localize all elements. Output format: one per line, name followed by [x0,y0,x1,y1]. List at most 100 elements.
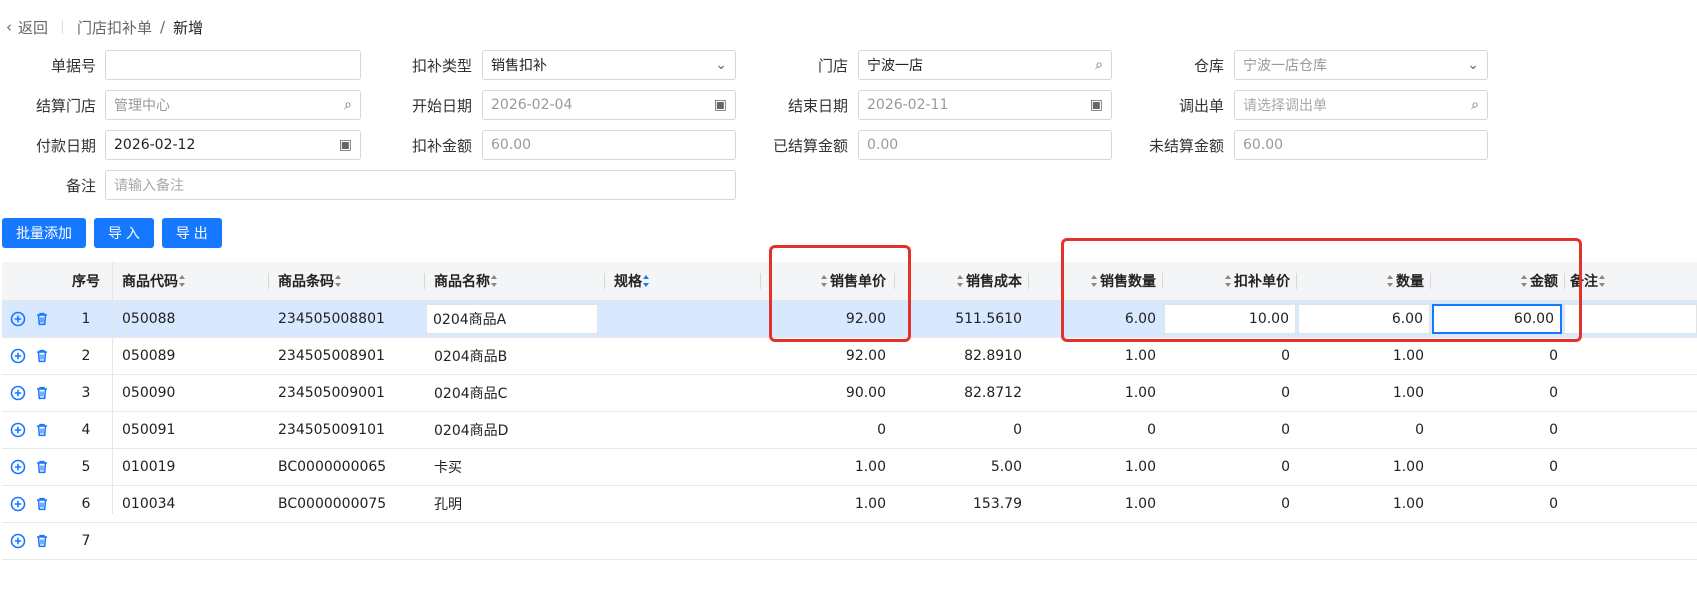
col-spec[interactable]: 规格 [606,262,756,300]
delete-row-icon[interactable] [34,496,50,512]
cell-spec[interactable] [606,523,756,559]
cell-deduct-price[interactable]: 0 [1164,338,1298,374]
batch-add-button[interactable]: 批量添加 [2,218,86,248]
add-row-icon[interactable] [10,348,26,364]
delete-row-icon[interactable] [34,533,50,549]
end-date-input[interactable]: 2026-02-11 ▣ [858,90,1112,120]
delete-row-icon[interactable] [34,311,50,327]
doc-no-input[interactable] [105,50,361,80]
cell-deduct-price[interactable]: 0 [1164,375,1298,411]
cell-name[interactable]: 卡买 [426,449,596,485]
cell-name[interactable]: 0204商品C [426,375,596,411]
pay-date-input[interactable]: 2026-02-12 ▣ [105,130,361,160]
cell-qty[interactable]: 1.00 [1298,449,1432,485]
sort-icon[interactable] [820,275,828,287]
sort-icon[interactable] [1598,275,1606,287]
sort-icon[interactable] [1090,275,1098,287]
search-icon[interactable]: ⌕ [344,97,352,113]
delete-row-icon[interactable] [34,422,50,438]
sort-icon[interactable] [1520,275,1528,287]
cell-amount[interactable]: 0 [1432,412,1566,448]
cell-amount-input[interactable]: 60.00 [1432,304,1562,334]
cell-name-input[interactable]: 0204商品A [426,304,598,334]
cell-qty[interactable]: 1.00 [1298,486,1432,522]
add-row-icon[interactable] [10,311,26,327]
calendar-icon[interactable]: ▣ [339,137,352,153]
cell-qty[interactable]: 1.00 [1298,338,1432,374]
table-row[interactable]: 7 [2,523,1697,560]
settled-amount-input[interactable]: 0.00 [858,130,1112,160]
table-row[interactable]: 2 050089 234505008901 0204商品B 92.00 82.8… [2,338,1697,375]
cell-deduct-price[interactable] [1164,523,1298,559]
cell-remark-input[interactable] [1564,304,1697,334]
cell-remark[interactable] [1566,375,1697,411]
col-sale-price[interactable]: 销售单价 [762,262,894,300]
cell-spec[interactable] [606,338,756,374]
store-input[interactable]: 宁波一店 ⌕ [858,50,1112,80]
cell-remark[interactable] [1566,449,1697,485]
sort-icon[interactable] [178,275,186,287]
breadcrumb-parent[interactable]: 门店扣补单 [77,17,152,38]
deduct-amount-input[interactable]: 60.00 [482,130,736,160]
table-row[interactable]: 6 010034 BC0000000075 孔明 1.00 153.79 1.0… [2,486,1697,523]
delete-row-icon[interactable] [34,348,50,364]
table-row[interactable]: 4 050091 234505009101 0204商品D 0 0 0 0 0 … [2,412,1697,449]
search-icon[interactable]: ⌕ [1471,97,1479,113]
sort-icon[interactable] [956,275,964,287]
col-amount[interactable]: 金额 [1432,262,1566,300]
cell-amount[interactable]: 0 [1432,486,1566,522]
col-deduct-price[interactable]: 扣补单价 [1164,262,1298,300]
add-row-icon[interactable] [10,385,26,401]
cell-qty-input[interactable]: 6.00 [1298,304,1430,334]
col-qty[interactable]: 数量 [1298,262,1432,300]
cell-deduct-price[interactable]: 0 [1164,449,1298,485]
import-button[interactable]: 导 入 [94,218,154,248]
delete-row-icon[interactable] [34,385,50,401]
cell-remark[interactable] [1566,523,1697,559]
search-icon[interactable]: ⌕ [1095,57,1103,73]
calendar-icon[interactable]: ▣ [714,97,727,113]
cell-spec[interactable] [606,301,756,337]
sort-icon[interactable] [334,275,342,287]
col-code[interactable]: 商品代码 [114,262,254,300]
cell-deduct-price-input[interactable]: 10.00 [1164,304,1296,334]
cell-remark[interactable] [1566,412,1697,448]
add-row-icon[interactable] [10,422,26,438]
cell-amount[interactable] [1432,523,1566,559]
cell-amount[interactable]: 0 [1432,338,1566,374]
cell-amount[interactable]: 0 [1432,375,1566,411]
remark-input[interactable]: 请输入备注 [105,170,736,200]
cell-deduct-price[interactable]: 0 [1164,412,1298,448]
cell-name[interactable]: 0204商品D [426,412,596,448]
cell-spec[interactable] [606,486,756,522]
sort-icon[interactable] [1386,275,1394,287]
cell-qty[interactable]: 0 [1298,412,1432,448]
cell-name[interactable]: 孔明 [426,486,596,522]
cell-remark[interactable] [1566,486,1697,522]
add-row-icon[interactable] [10,459,26,475]
back-button[interactable]: ‹ 返回 [6,17,48,38]
export-button[interactable]: 导 出 [161,218,222,248]
transfer-out-input[interactable]: 请选择调出单 ⌕ [1234,90,1488,120]
col-barcode[interactable]: 商品条码 [270,262,420,300]
col-name[interactable]: 商品名称 [426,262,596,300]
cell-qty[interactable] [1298,523,1432,559]
cell-name[interactable] [426,523,596,559]
warehouse-select[interactable]: 宁波一店仓库 ⌄ [1234,50,1488,80]
cell-qty[interactable]: 1.00 [1298,375,1432,411]
table-row[interactable]: 1 050088 234505008801 92.00 511.5610 6.0… [2,301,1697,338]
cell-spec[interactable] [606,375,756,411]
delete-row-icon[interactable] [34,459,50,475]
col-remark[interactable]: 备注 [1564,262,1697,300]
cell-amount[interactable]: 0 [1432,449,1566,485]
sort-icon[interactable] [1224,275,1232,287]
col-sale-qty[interactable]: 销售数量 [1030,262,1164,300]
calendar-icon[interactable]: ▣ [1090,97,1103,113]
table-row[interactable]: 5 010019 BC0000000065 卡买 1.00 5.00 1.00 … [2,449,1697,486]
col-sale-cost[interactable]: 销售成本 [896,262,1030,300]
start-date-input[interactable]: 2026-02-04 ▣ [482,90,736,120]
cell-name[interactable]: 0204商品B [426,338,596,374]
cell-spec[interactable] [606,412,756,448]
sort-icon[interactable] [642,275,650,287]
cell-deduct-price[interactable]: 0 [1164,486,1298,522]
